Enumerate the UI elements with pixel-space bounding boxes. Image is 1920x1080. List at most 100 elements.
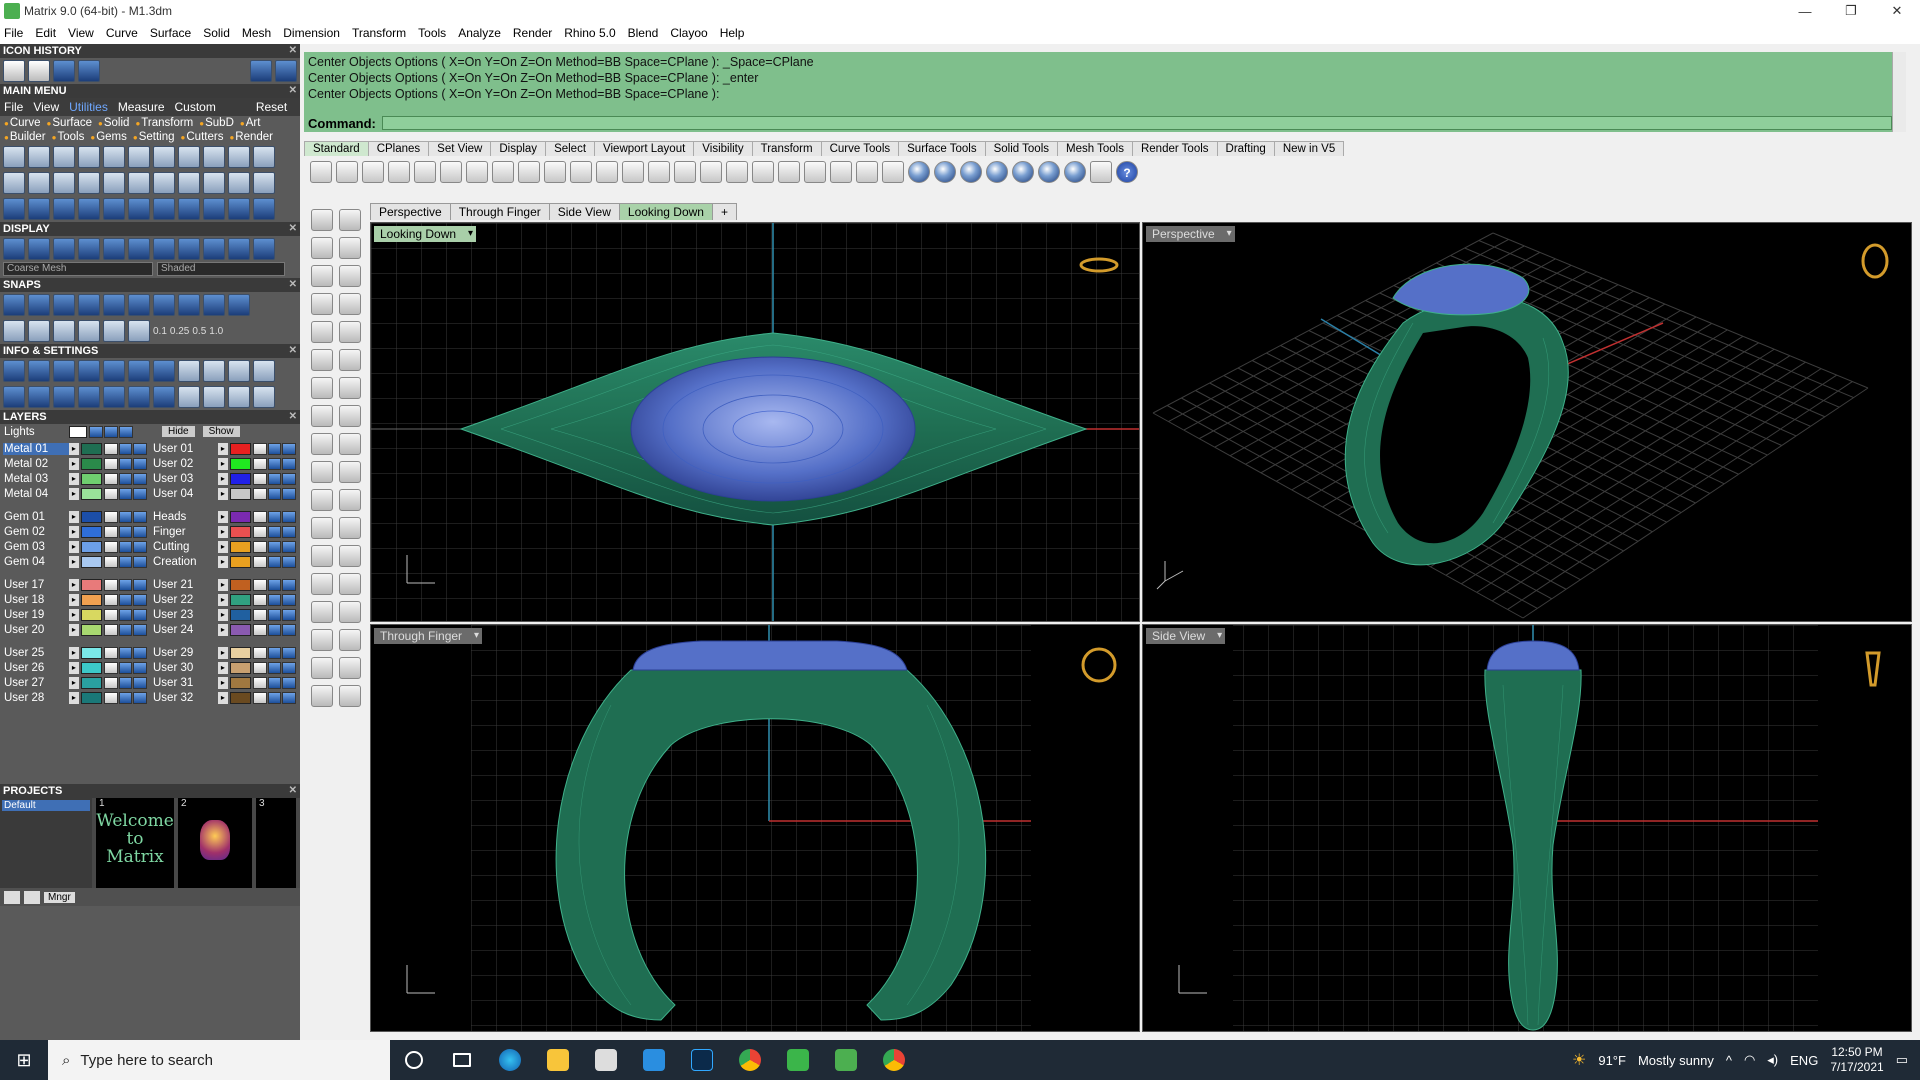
layer-color-swatch[interactable] — [80, 661, 103, 674]
taskbar-search[interactable]: ⌕ Type here to search — [48, 1040, 390, 1080]
toolbar-tool-icon[interactable] — [700, 161, 722, 183]
side-tool-icon[interactable] — [311, 629, 333, 651]
side-tool-icon[interactable] — [311, 461, 333, 483]
layer-row[interactable]: User 26 ▸ — [3, 660, 148, 675]
menu-analyze[interactable]: Analyze — [458, 26, 501, 40]
tool-icon[interactable] — [128, 172, 150, 194]
layer-name[interactable]: User 27 — [3, 677, 69, 689]
layer-toggle-icon[interactable] — [253, 623, 267, 636]
back-arrow-icon[interactable] — [250, 60, 272, 82]
side-tool-icon[interactable] — [311, 489, 333, 511]
layer-toggle-icon[interactable] — [133, 472, 148, 485]
snap-icon[interactable] — [228, 294, 250, 316]
layer-toggle-icon[interactable] — [118, 593, 133, 606]
layer-toggle-icon[interactable] — [133, 623, 148, 636]
display-mode-icon[interactable] — [53, 238, 75, 260]
snap-icon[interactable] — [53, 294, 75, 316]
layer-arrow-icon[interactable]: ▸ — [68, 623, 79, 636]
layer-name[interactable]: User 01 — [152, 443, 218, 455]
layer-toggle-icon[interactable] — [104, 661, 118, 674]
tool-icon[interactable] — [103, 146, 125, 168]
tool-icon[interactable] — [253, 198, 275, 220]
layer-name[interactable]: Metal 01 — [3, 442, 69, 455]
cat-art[interactable]: Art — [240, 117, 261, 129]
layer-toggle-icon[interactable] — [282, 510, 297, 523]
layer-color-swatch[interactable] — [229, 555, 252, 568]
layer-toggle-icon[interactable] — [104, 425, 118, 438]
cat-gems[interactable]: Gems — [90, 131, 127, 143]
layer-toggle-icon[interactable] — [118, 442, 133, 455]
cat-setting[interactable]: Setting — [133, 131, 175, 143]
layer-arrow-icon[interactable]: ▸ — [217, 472, 228, 485]
toolbar-tool-icon[interactable] — [1012, 161, 1034, 183]
display-mode-icon[interactable] — [78, 238, 100, 260]
layer-name[interactable]: User 19 — [3, 609, 69, 621]
menu-surface[interactable]: Surface — [150, 26, 191, 40]
info-icon[interactable] — [53, 386, 75, 408]
layer-toggle-icon[interactable] — [104, 540, 118, 553]
side-tool-icon[interactable] — [339, 405, 361, 427]
snap-value[interactable]: 0.5 — [192, 326, 206, 337]
cat-render[interactable]: Render — [229, 131, 273, 143]
layer-toggle-icon[interactable] — [104, 593, 118, 606]
layer-toggle-icon[interactable] — [282, 593, 297, 606]
display-mode-icon[interactable] — [153, 238, 175, 260]
side-tool-icon[interactable] — [339, 489, 361, 511]
layer-toggle-icon[interactable] — [282, 676, 297, 689]
layer-color-swatch[interactable] — [229, 623, 252, 636]
tool-icon[interactable] — [53, 172, 75, 194]
layer-color-swatch[interactable] — [229, 661, 252, 674]
wifi-icon[interactable]: ◠ — [1744, 1052, 1755, 1068]
hide-button[interactable]: Hide — [162, 426, 195, 437]
tool-icon[interactable] — [3, 198, 25, 220]
layer-color-swatch[interactable] — [80, 691, 103, 704]
layer-color-swatch[interactable] — [80, 593, 103, 606]
toolbar-tool-icon[interactable] — [648, 161, 670, 183]
layer-color-swatch[interactable] — [229, 457, 252, 470]
weather-text[interactable]: Mostly sunny — [1638, 1053, 1714, 1068]
layer-name[interactable]: Cutting — [152, 541, 218, 553]
tool-icon[interactable] — [253, 172, 275, 194]
file-explorer-icon[interactable] — [534, 1040, 582, 1080]
chrome-app-icon[interactable] — [870, 1040, 918, 1080]
layer-toggle-icon[interactable] — [104, 691, 118, 704]
layer-color-swatch[interactable] — [229, 691, 252, 704]
layer-arrow-icon[interactable]: ▸ — [68, 472, 79, 485]
info-icon[interactable] — [103, 360, 125, 382]
tab-surface-tools[interactable]: Surface Tools — [898, 141, 986, 156]
display-mode-icon[interactable] — [3, 238, 25, 260]
layer-toggle-icon[interactable] — [104, 623, 118, 636]
layer-row[interactable]: User 17 ▸ — [3, 577, 148, 592]
display-mode-icon[interactable] — [103, 238, 125, 260]
layer-row[interactable]: Gem 02 ▸ — [3, 524, 148, 539]
layer-arrow-icon[interactable]: ▸ — [217, 646, 228, 659]
cat-subd[interactable]: SubD — [199, 117, 234, 129]
menu-tools[interactable]: Tools — [418, 26, 446, 40]
tool-icon[interactable] — [128, 198, 150, 220]
layer-row[interactable]: User 30 ▸ — [152, 660, 297, 675]
side-tool-icon[interactable] — [339, 349, 361, 371]
layer-arrow-icon[interactable]: ▸ — [68, 691, 79, 704]
layer-toggle-icon[interactable] — [104, 525, 118, 538]
minimize-icon[interactable]: — — [1782, 0, 1828, 22]
toolbar-tool-icon[interactable] — [414, 161, 436, 183]
layer-toggle-icon[interactable] — [104, 578, 118, 591]
layer-toggle-icon[interactable] — [104, 472, 118, 485]
info-icon[interactable] — [128, 386, 150, 408]
layer-row[interactable]: User 22 ▸ — [152, 592, 297, 607]
layer-toggle-icon[interactable] — [118, 510, 133, 523]
layer-toggle-icon[interactable] — [104, 608, 118, 621]
layer-toggle-icon[interactable] — [253, 525, 267, 538]
info-icon[interactable] — [128, 360, 150, 382]
layer-name[interactable]: User 03 — [152, 473, 218, 485]
layer-toggle-icon[interactable] — [133, 540, 148, 553]
info-icon[interactable] — [153, 360, 175, 382]
layer-toggle-icon[interactable] — [267, 608, 282, 621]
tab-drafting[interactable]: Drafting — [1216, 141, 1275, 156]
layer-color-swatch[interactable] — [229, 540, 252, 553]
tab-standard[interactable]: Standard — [304, 141, 369, 156]
layer-name[interactable]: User 29 — [152, 647, 218, 659]
tool-icon[interactable] — [28, 172, 50, 194]
cat-transform[interactable]: Transform — [135, 117, 193, 129]
layer-color-swatch[interactable] — [80, 442, 103, 455]
